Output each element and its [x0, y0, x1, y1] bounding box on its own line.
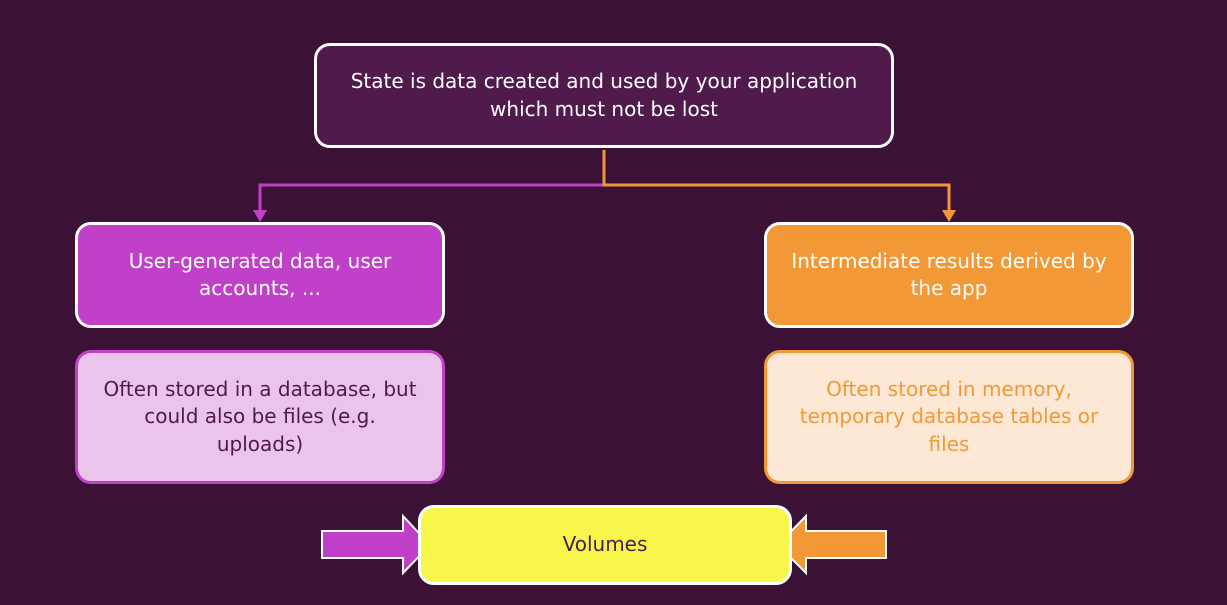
user-data-block-arrow [321, 513, 432, 576]
volumes-box: Volumes [418, 505, 792, 585]
user-data-box: User-generated data, user accounts, ... [75, 222, 445, 328]
user-storage-box: Often stored in a database, but could al… [75, 350, 445, 484]
intermediate-block-arrow [776, 513, 887, 576]
arrowhead-to-intermediate [942, 210, 956, 222]
intermediate-results-text: Intermediate results derived by the app [791, 248, 1107, 300]
connector-to-intermediate [602, 150, 951, 212]
intermediate-results-box: Intermediate results derived by the app [764, 222, 1134, 328]
state-definition-box: State is data created and used by your a… [314, 43, 894, 148]
user-data-text: User-generated data, user accounts, ... [128, 248, 392, 300]
user-storage-text: Often stored in a database, but could al… [103, 377, 417, 456]
volumes-text: Volumes [562, 532, 648, 557]
intermediate-storage-text: Often stored in memory, temporary databa… [799, 377, 1099, 456]
arrowhead-to-user-data [253, 210, 267, 222]
intermediate-storage-box: Often stored in memory, temporary databa… [764, 350, 1134, 484]
state-definition-text: State is data created and used by your a… [350, 69, 858, 121]
connector-to-user-data [258, 150, 606, 212]
